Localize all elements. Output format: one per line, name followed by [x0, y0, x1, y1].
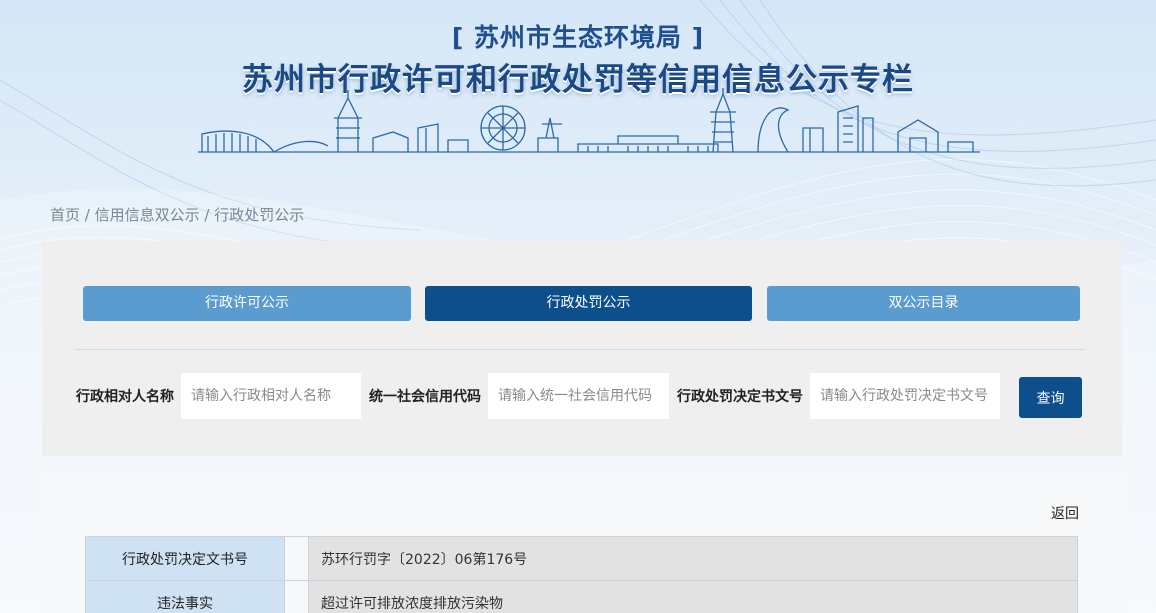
decision-number-label: 行政处罚决定书文号	[677, 389, 803, 405]
decision-number-input[interactable]	[810, 373, 1000, 419]
search-button[interactable]: 查询	[1019, 377, 1082, 418]
breadcrumb: 首页 / 信用信息双公示 / 行政处罚公示	[50, 204, 304, 225]
detail-panel: 返回 行政处罚决定文书号 苏环行罚字〔2022〕06第176号 违法事实 超过许…	[42, 476, 1122, 613]
row-value: 苏环行罚字〔2022〕06第176号	[308, 536, 1078, 581]
spacer	[284, 580, 309, 613]
tab-admin-penalty[interactable]: 行政处罚公示	[425, 286, 752, 321]
tab-dual-catalog[interactable]: 双公示目录	[767, 286, 1080, 321]
name-input[interactable]	[181, 373, 361, 419]
table-row: 违法事实 超过许可排放浓度排放污染物	[85, 580, 1078, 613]
breadcrumb-separator: /	[80, 206, 95, 224]
credit-code-input[interactable]	[488, 373, 669, 419]
breadcrumb-current: 行政处罚公示	[214, 206, 305, 224]
org-name: [ 苏州市生态环境局 ]	[451, 23, 705, 52]
detail-table: 行政处罚决定文书号 苏环行罚字〔2022〕06第176号 违法事实 超过许可排放…	[85, 536, 1078, 613]
divider	[75, 349, 1085, 350]
row-key: 违法事实	[85, 580, 285, 613]
site-header: [ 苏州市生态环境局 ] 苏州市行政许可和行政处罚等信用信息公示专栏	[0, 0, 1156, 200]
city-skyline-icon	[198, 88, 980, 153]
row-value: 超过许可排放浓度排放污染物	[308, 580, 1078, 613]
name-label: 行政相对人名称	[76, 389, 174, 405]
credit-code-label: 统一社会信用代码	[369, 389, 481, 405]
breadcrumb-level2[interactable]: 信用信息双公示	[95, 206, 200, 224]
row-key: 行政处罚决定文书号	[85, 536, 285, 581]
search-panel: 行政许可公示 行政处罚公示 双公示目录 行政相对人名称 统一社会信用代码 行政处…	[42, 241, 1122, 456]
back-link[interactable]: 返回	[1051, 503, 1079, 523]
table-row: 行政处罚决定文书号 苏环行罚字〔2022〕06第176号	[85, 536, 1078, 581]
tab-admin-license[interactable]: 行政许可公示	[83, 286, 411, 321]
breadcrumb-separator: /	[199, 206, 215, 224]
breadcrumb-home[interactable]: 首页	[50, 206, 80, 224]
spacer	[284, 536, 309, 581]
